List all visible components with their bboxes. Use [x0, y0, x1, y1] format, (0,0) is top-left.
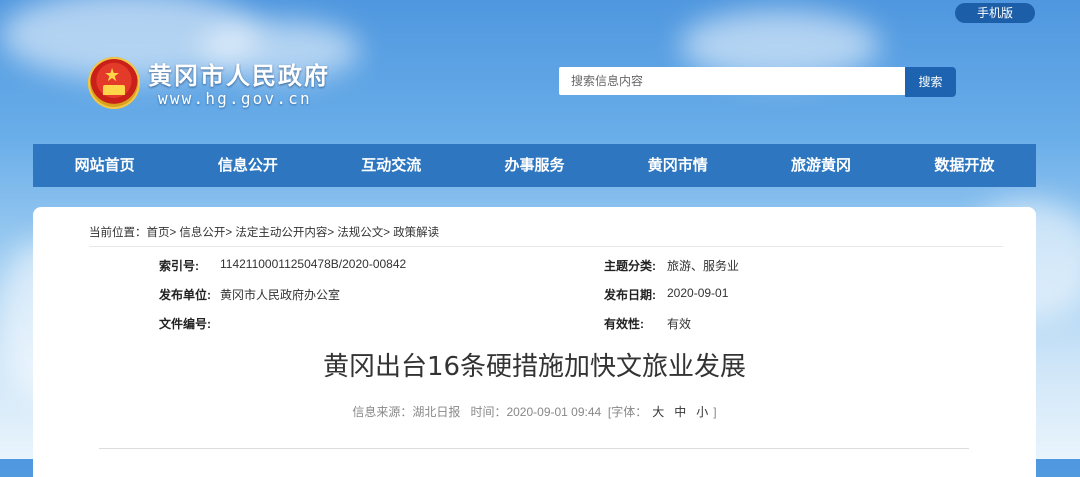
nav-item-home[interactable]: 网站首页 — [33, 144, 176, 187]
nav-item-services[interactable]: 办事服务 — [463, 144, 606, 187]
font-size-small-button[interactable]: 小 — [696, 405, 708, 419]
breadcrumb-item-regulations[interactable]: 法规公文 — [337, 227, 383, 239]
index-value: 11421100011250478B/2020-00842 — [220, 257, 407, 271]
nav-item-interaction[interactable]: 互动交流 — [320, 144, 463, 187]
site-title[interactable]: 黄冈市人民政府 — [148, 56, 330, 91]
validity-label: 有效性: — [604, 317, 644, 331]
source-value: 湖北日报 — [412, 405, 461, 419]
site-url: www.hg.gov.cn — [158, 89, 312, 108]
time-value: 2020-09-01 09:44 — [506, 405, 602, 419]
breadcrumb: 当前位置：首页> 信息公开> 法定主动公开内容> 法规公文> 政策解读 — [89, 224, 439, 240]
breadcrumb-separator: > — [225, 227, 233, 239]
national-emblem-icon: ★ — [88, 57, 140, 109]
font-size-medium-button[interactable]: 中 — [674, 405, 686, 419]
date-label: 发布日期: — [604, 288, 656, 302]
breadcrumb-item-home[interactable]: 首页 — [147, 227, 170, 239]
topic-value: 旅游、服务业 — [667, 259, 740, 273]
breadcrumb-separator: > — [327, 227, 335, 239]
article-info: 信息来源：湖北日报 时间：2020-09-01 09:44 [字体： 大中小] — [33, 403, 1036, 420]
document-number-label: 文件编号: — [159, 317, 211, 331]
index-label: 索引号: — [159, 259, 199, 273]
font-size-label: [字体： — [607, 405, 648, 419]
breadcrumb-separator: > — [169, 227, 177, 239]
breadcrumb-item-statutory[interactable]: 法定主动公开内容 — [235, 227, 327, 239]
font-size-close: ] — [713, 405, 717, 419]
article-title: 黄冈出台16条硬措施加快文旅业发展 — [322, 352, 747, 382]
font-size-large-button[interactable]: 大 — [652, 405, 664, 419]
nav-item-city-overview[interactable]: 黄冈市情 — [606, 144, 749, 187]
search-button[interactable]: 搜索 — [905, 67, 956, 97]
source-label: 信息来源： — [352, 405, 413, 419]
date-value: 2020-09-01 — [667, 286, 729, 300]
time-label: 时间： — [470, 405, 507, 419]
breadcrumb-item-info[interactable]: 信息公开 — [179, 227, 225, 239]
validity-value: 有效 — [667, 317, 692, 331]
breadcrumb-item-policy-interpretation[interactable]: 政策解读 — [393, 227, 439, 239]
nav-item-info-disclosure[interactable]: 信息公开 — [176, 144, 319, 187]
breadcrumb-prefix: 当前位置： — [89, 227, 147, 239]
main-nav: 网站首页 信息公开 互动交流 办事服务 黄冈市情 旅游黄冈 数据开放 — [33, 144, 1036, 187]
content-divider — [99, 448, 969, 449]
publisher-label: 发布单位: — [159, 288, 211, 302]
search-input[interactable] — [559, 67, 905, 95]
nav-item-open-data[interactable]: 数据开放 — [893, 144, 1036, 187]
publisher-value: 黄冈市人民政府办公室 — [220, 288, 341, 302]
breadcrumb-divider — [89, 246, 1003, 247]
breadcrumb-separator: > — [383, 227, 390, 239]
content-card: 当前位置：首页> 信息公开> 法定主动公开内容> 法规公文> 政策解读 索引号:… — [33, 207, 1036, 477]
nav-item-tourism[interactable]: 旅游黄冈 — [749, 144, 892, 187]
topic-label: 主题分类: — [604, 259, 656, 273]
mobile-version-button[interactable]: 手机版 — [955, 3, 1035, 23]
